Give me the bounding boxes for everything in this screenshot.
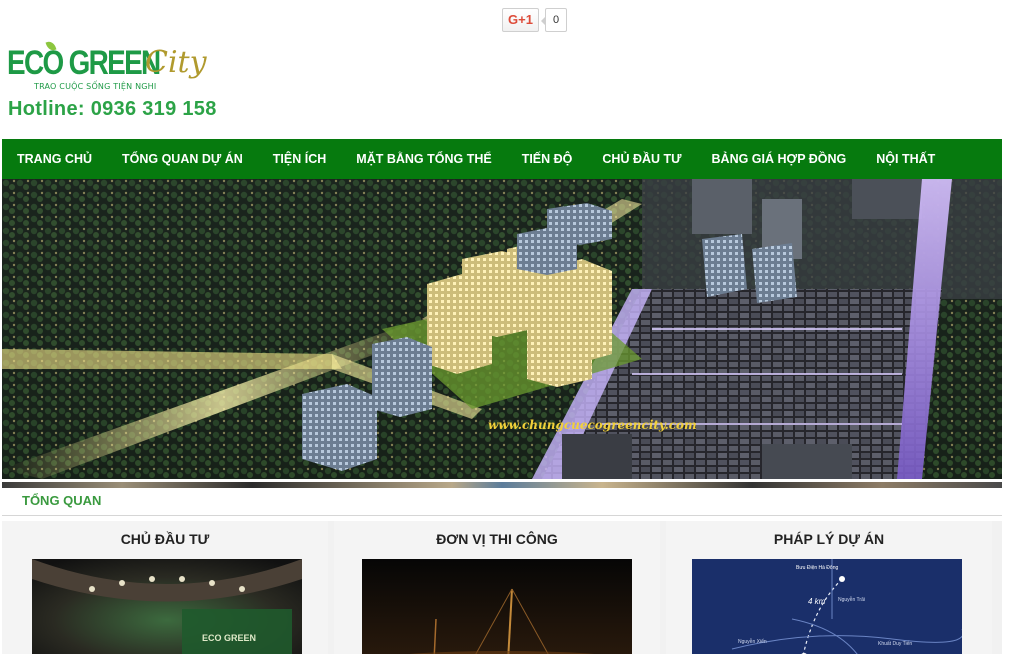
hotline: Hotline: 0936 319 158 bbox=[8, 98, 217, 120]
card-title-contractor: ĐƠN VỊ THI CÔNG bbox=[436, 531, 558, 547]
google-plus-widget: G+1 0 bbox=[502, 7, 567, 32]
nav-item-home[interactable]: TRANG CHỦ bbox=[2, 152, 107, 166]
nav-item-interior[interactable]: NỘI THẤT bbox=[861, 152, 950, 166]
card-contractor[interactable]: ĐƠN VỊ THI CÔNG bbox=[334, 521, 660, 654]
banner-caption: www.chungcuecogreencity.com bbox=[488, 418, 697, 432]
map-label-distance: 4 km bbox=[808, 597, 826, 606]
card-title-investor: CHỦ ĐẦU TƯ bbox=[120, 531, 210, 547]
nav-item-investor[interactable]: CHỦ ĐẦU TƯ bbox=[587, 152, 696, 166]
nav-item-price-list[interactable]: BẢNG GIÁ HỢP ĐỒNG bbox=[697, 152, 862, 166]
map-label-road-1: Nguyễn Trãi bbox=[838, 596, 865, 603]
event-hall-image: ECO GREEN bbox=[32, 559, 302, 654]
nav-item-amenities[interactable]: TIỆN ÍCH bbox=[258, 152, 341, 166]
city-night-illustration bbox=[2, 179, 1002, 479]
map-label-road-2: Khuất Duy Tiến bbox=[878, 641, 912, 647]
map-label-road-3: Nguyễn Xiển bbox=[738, 638, 767, 645]
overview-cards: CHỦ ĐẦU TƯ ECO GREEN ĐƠN VỊ THI CÔNG PHÁ… bbox=[2, 521, 1002, 654]
card-image-text: ECO GREEN bbox=[202, 633, 256, 643]
card-image-contractor[interactable] bbox=[362, 559, 632, 654]
card-image-legal[interactable]: Bưu Điện Hà Đông 4 km Nguyễn Trãi Khuất … bbox=[692, 559, 962, 654]
location-map-image: Bưu Điện Hà Đông 4 km Nguyễn Trãi Khuất … bbox=[692, 559, 962, 654]
section-title: TỔNG QUAN bbox=[22, 493, 102, 508]
site-logo[interactable]: ECO GREEN City TRAO CUỘC SỐNG TIỆN NGHI bbox=[7, 39, 237, 96]
card-legal[interactable]: PHÁP LÝ DỰ ÁN Bưu Điện Hà Đông 4 km Nguy… bbox=[666, 521, 992, 654]
nav-item-progress[interactable]: TIẾN ĐỘ bbox=[507, 152, 588, 166]
logo-main-text: ECO GREEN bbox=[7, 44, 161, 82]
google-plus-button[interactable]: G+1 bbox=[502, 7, 539, 32]
map-label-post-office: Bưu Điện Hà Đông bbox=[796, 565, 838, 571]
card-title-legal: PHÁP LÝ DỰ ÁN bbox=[773, 531, 885, 547]
nav-item-master-plan[interactable]: MẶT BẰNG TỔNG THỂ bbox=[341, 152, 506, 166]
google-plus-count: 0 bbox=[541, 7, 567, 32]
section-header: TỔNG QUAN bbox=[2, 488, 1002, 516]
main-nav: TRANG CHỦ TỔNG QUAN DỰ ÁN TIỆN ÍCH MẶT B… bbox=[2, 139, 1002, 179]
bridge-night-image bbox=[362, 559, 632, 654]
hero-banner: www.chungcuecogreencity.com bbox=[2, 179, 1002, 479]
card-image-investor[interactable]: ECO GREEN bbox=[32, 559, 302, 654]
logo-script-text: City bbox=[145, 45, 207, 80]
nav-item-overview[interactable]: TỔNG QUAN DỰ ÁN bbox=[107, 152, 258, 166]
card-investor[interactable]: CHỦ ĐẦU TƯ ECO GREEN bbox=[2, 521, 328, 654]
logo-slogan: TRAO CUỘC SỐNG TIỆN NGHI bbox=[34, 82, 157, 91]
